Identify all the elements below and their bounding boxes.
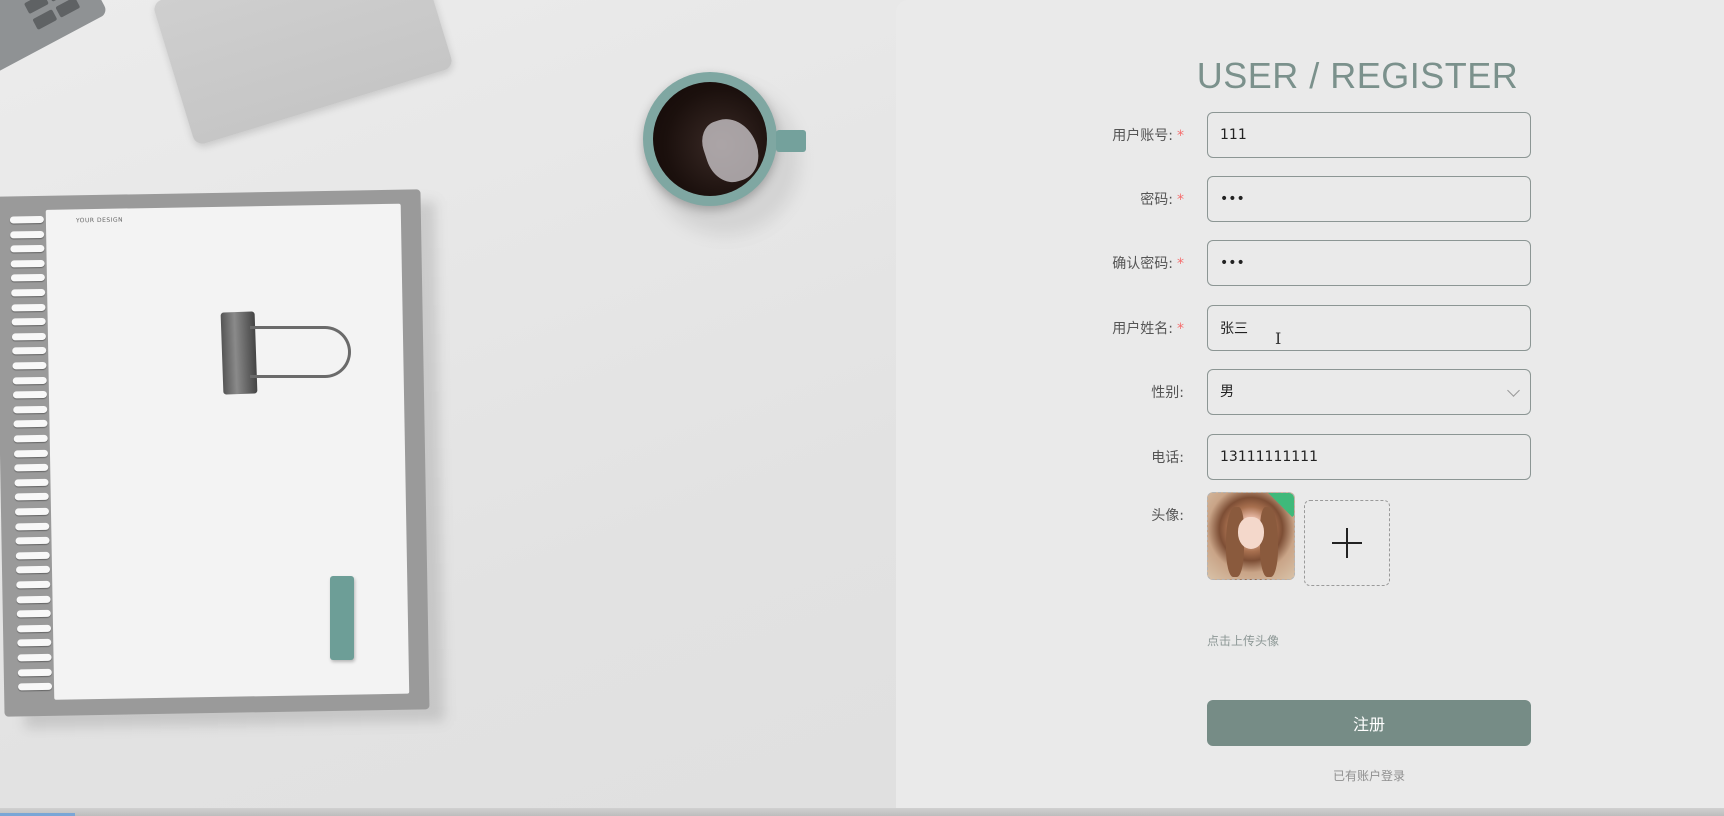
notebook-ring [10,230,45,239]
notebook-ring [16,580,51,589]
notebook-ring [14,493,49,501]
account-input[interactable] [1207,112,1531,158]
notebook-ring [13,405,48,414]
phone-row: 电话: [896,434,1724,482]
notebook-ring [12,391,48,399]
notebook-ring [17,639,52,647]
notebook-ring [14,478,49,487]
notebook-ring [12,347,47,355]
name-label: 用户姓名: * [1112,321,1184,337]
account-row: 用户账号: * [896,112,1724,160]
notebook-ring [16,595,51,604]
bottom-bar [0,808,1724,816]
notebook-ring [9,215,44,224]
avatar-preview-image[interactable] [1207,492,1295,580]
plus-icon [1332,528,1362,558]
notebook-ring [10,259,45,268]
login-link[interactable]: 已有账户登录 [1207,767,1531,784]
notebook-ring [17,683,53,691]
desk-background-image: YOUR DESIGN [0,0,900,816]
page-title: USER / REGISTER [1196,55,1519,96]
required-mark: * [1177,128,1184,144]
notebook-ring [10,245,45,253]
name-row: 用户姓名:* I [896,305,1724,353]
notebook-ring [11,288,46,297]
tablet-decoration [151,0,455,147]
password-label: 密码: * [1140,192,1184,208]
laptop-decoration [0,0,109,75]
gender-row: 性别: 男 [896,369,1724,417]
avatar-row: 头像: [896,492,1724,592]
notebook-ring [13,449,49,458]
avatar-upload-button[interactable] [1304,500,1390,586]
notebook-ring [10,274,45,282]
password-row: 密码: * ••• [896,176,1724,224]
phone-label: 电话: [1151,450,1184,466]
notebook-ring [12,361,47,370]
notebook-ring [16,624,52,633]
notebook-ring [15,551,50,560]
name-input[interactable] [1207,305,1531,351]
notebook-ring [14,507,50,516]
required-mark: * [1177,192,1184,208]
required-mark: * [1177,321,1184,337]
notebook-ring [13,420,48,428]
confirm-password-input[interactable]: ••• [1207,240,1531,286]
notebook-ring [14,464,49,472]
notebook-ring [15,522,50,531]
avatar-label: 头像: [1151,508,1184,524]
phone-input[interactable] [1207,434,1531,480]
notebook-ring [17,653,52,662]
chevron-down-icon [1507,384,1520,397]
notebook-ring [16,610,51,618]
text-cursor-icon: I [1275,329,1282,348]
coffee-cup-decoration [643,72,777,206]
notebook-ring [17,668,52,677]
eraser-decoration [330,576,354,660]
notebook-ring [15,566,51,574]
notebook-ring [15,537,50,545]
required-mark: * [1177,256,1184,272]
account-label: 用户账号: * [1112,128,1184,144]
confirm-password-label: 确认密码: * [1112,256,1184,272]
register-panel: USER / REGISTER 用户账号:* 密码:* ••• 确认密码:* •… [896,0,1724,816]
confirm-password-row: 确认密码: * ••• [896,240,1724,288]
notebook-decoration: YOUR DESIGN [0,189,430,717]
notebook-ring [11,318,46,326]
notebook-ring [13,434,48,443]
gender-select[interactable]: 男 [1207,369,1531,415]
register-page: YOUR DESIGN USER / REGISTER 用户账号:* 密码:* … [0,0,1724,816]
password-input[interactable]: ••• [1207,176,1531,222]
upload-hint: 点击上传头像 [1207,634,1280,648]
gender-label: 性别: [1151,385,1184,401]
register-button[interactable]: 注册 [1207,700,1531,746]
gender-selected-value: 男 [1220,384,1234,400]
notebook-ring [12,376,47,385]
notebook-ring [11,303,46,312]
notebook-ring [11,332,46,341]
